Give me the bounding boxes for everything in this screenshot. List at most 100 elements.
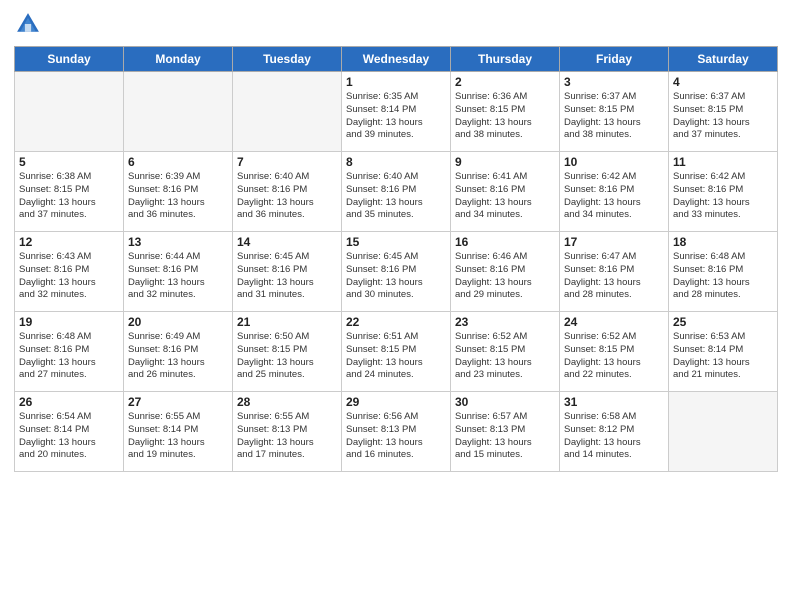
day-number: 23: [455, 315, 555, 329]
week-row-2: 12Sunrise: 6:43 AM Sunset: 8:16 PM Dayli…: [15, 232, 778, 312]
weekday-monday: Monday: [124, 47, 233, 72]
day-cell: 29 Sunrise: 6:56 AM Sunset: 8:13 PM Dayli…: [342, 392, 451, 472]
day-info: Sunrise: 6:40 AM Sunset: 8:16 PM Dayligh…: [346, 171, 446, 222]
day-number: 26: [19, 395, 119, 409]
weekday-tuesday: Tuesday: [233, 47, 342, 72]
day-cell: 19 Sunrise: 6:48 AM Sunset: 8:16 PM Dayli…: [15, 312, 124, 392]
day-number: 24: [564, 315, 664, 329]
day-number: 6: [128, 155, 228, 169]
day-cell: 16 Sunrise: 6:46 AM Sunset: 8:16 PM Dayli…: [451, 232, 560, 312]
day-number: 17: [564, 235, 664, 249]
day-info: Sunrise: 6:55 AM Sunset: 8:13 PM Dayligh…: [237, 411, 337, 462]
day-info: Sunrise: 6:45 AM Sunset: 8:16 PM Dayligh…: [237, 251, 337, 302]
day-number: 16: [455, 235, 555, 249]
day-info: Sunrise: 6:40 AM Sunset: 8:16 PM Dayligh…: [237, 171, 337, 222]
day-cell: 28Sunrise: 6:55 AM Sunset: 8:13 PM Dayli…: [233, 392, 342, 472]
day-cell: 4 Sunrise: 6:37 AM Sunset: 8:15 PM Daylig…: [669, 72, 778, 152]
day-cell: 9 Sunrise: 6:41 AM Sunset: 8:16 PM Daylig…: [451, 152, 560, 232]
day-number: 7: [237, 155, 337, 169]
day-cell: 25Sunrise: 6:53 AM Sunset: 8:14 PM Dayli…: [669, 312, 778, 392]
weekday-sunday: Sunday: [15, 47, 124, 72]
day-number: 20: [128, 315, 228, 329]
day-number: 11: [673, 155, 773, 169]
day-number: 15: [346, 235, 446, 249]
day-info: Sunrise: 6:56 AM Sunset: 8:13 PM Dayligh…: [346, 411, 446, 462]
day-cell: 2 Sunrise: 6:36 AM Sunset: 8:15 PM Daylig…: [451, 72, 560, 152]
day-cell: 14 Sunrise: 6:45 AM Sunset: 8:16 PM Dayli…: [233, 232, 342, 312]
day-info: Sunrise: 6:38 AM Sunset: 8:15 PM Dayligh…: [19, 171, 119, 222]
day-number: 4: [673, 75, 773, 89]
week-row-1: 5 Sunrise: 6:38 AM Sunset: 8:15 PM Daylig…: [15, 152, 778, 232]
day-cell: 7 Sunrise: 6:40 AM Sunset: 8:16 PM Daylig…: [233, 152, 342, 232]
day-info: Sunrise: 6:45 AM Sunset: 8:16 PM Dayligh…: [346, 251, 446, 302]
day-cell: 11 Sunrise: 6:42 AM Sunset: 8:16 PM Dayli…: [669, 152, 778, 232]
day-number: 5: [19, 155, 119, 169]
day-info: Sunrise: 6:55 AM Sunset: 8:14 PM Dayligh…: [128, 411, 228, 462]
day-cell: [233, 72, 342, 152]
weekday-header-row: SundayMondayTuesdayWednesdayThursdayFrid…: [15, 47, 778, 72]
day-cell: 27 Sunrise: 6:55 AM Sunset: 8:14 PM Dayli…: [124, 392, 233, 472]
day-number: 18: [673, 235, 773, 249]
day-info: Sunrise: 6:47 AM Sunset: 8:16 PM Dayligh…: [564, 251, 664, 302]
day-info: Sunrise: 6:52 AM Sunset: 8:15 PM Dayligh…: [455, 331, 555, 382]
day-cell: [15, 72, 124, 152]
weekday-saturday: Saturday: [669, 47, 778, 72]
day-info: Sunrise: 6:57 AM Sunset: 8:13 PM Dayligh…: [455, 411, 555, 462]
day-cell: 21 Sunrise: 6:50 AM Sunset: 8:15 PM Dayli…: [233, 312, 342, 392]
day-number: 27: [128, 395, 228, 409]
header: [14, 10, 778, 38]
day-number: 31: [564, 395, 664, 409]
day-info: Sunrise: 6:46 AM Sunset: 8:16 PM Dayligh…: [455, 251, 555, 302]
day-info: Sunrise: 6:44 AM Sunset: 8:16 PM Dayligh…: [128, 251, 228, 302]
day-info: Sunrise: 6:48 AM Sunset: 8:16 PM Dayligh…: [673, 251, 773, 302]
week-row-3: 19 Sunrise: 6:48 AM Sunset: 8:16 PM Dayli…: [15, 312, 778, 392]
day-info: Sunrise: 6:35 AM Sunset: 8:14 PM Dayligh…: [346, 91, 446, 142]
day-cell: 10 Sunrise: 6:42 AM Sunset: 8:16 PM Dayli…: [560, 152, 669, 232]
day-number: 2: [455, 75, 555, 89]
day-cell: 5 Sunrise: 6:38 AM Sunset: 8:15 PM Daylig…: [15, 152, 124, 232]
day-number: 29: [346, 395, 446, 409]
day-number: 21: [237, 315, 337, 329]
day-info: Sunrise: 6:43 AM Sunset: 8:16 PM Dayligh…: [19, 251, 119, 302]
day-info: Sunrise: 6:52 AM Sunset: 8:15 PM Dayligh…: [564, 331, 664, 382]
weekday-wednesday: Wednesday: [342, 47, 451, 72]
day-cell: 31 Sunrise: 6:58 AM Sunset: 8:12 PM Dayli…: [560, 392, 669, 472]
day-info: Sunrise: 6:39 AM Sunset: 8:16 PM Dayligh…: [128, 171, 228, 222]
day-info: Sunrise: 6:37 AM Sunset: 8:15 PM Dayligh…: [564, 91, 664, 142]
day-info: Sunrise: 6:51 AM Sunset: 8:15 PM Dayligh…: [346, 331, 446, 382]
day-info: Sunrise: 6:36 AM Sunset: 8:15 PM Dayligh…: [455, 91, 555, 142]
day-number: 9: [455, 155, 555, 169]
day-info: Sunrise: 6:42 AM Sunset: 8:16 PM Dayligh…: [673, 171, 773, 222]
day-number: 19: [19, 315, 119, 329]
day-info: Sunrise: 6:48 AM Sunset: 8:16 PM Dayligh…: [19, 331, 119, 382]
day-cell: 12Sunrise: 6:43 AM Sunset: 8:16 PM Dayli…: [15, 232, 124, 312]
day-cell: 26 Sunrise: 6:54 AM Sunset: 8:14 PM Dayli…: [15, 392, 124, 472]
day-info: Sunrise: 6:54 AM Sunset: 8:14 PM Dayligh…: [19, 411, 119, 462]
day-number: 1: [346, 75, 446, 89]
day-cell: 17 Sunrise: 6:47 AM Sunset: 8:16 PM Dayli…: [560, 232, 669, 312]
day-info: Sunrise: 6:41 AM Sunset: 8:16 PM Dayligh…: [455, 171, 555, 222]
day-cell: 18 Sunrise: 6:48 AM Sunset: 8:16 PM Dayli…: [669, 232, 778, 312]
day-cell: 15 Sunrise: 6:45 AM Sunset: 8:16 PM Dayli…: [342, 232, 451, 312]
day-info: Sunrise: 6:37 AM Sunset: 8:15 PM Dayligh…: [673, 91, 773, 142]
day-cell: 1 Sunrise: 6:35 AM Sunset: 8:14 PM Daylig…: [342, 72, 451, 152]
day-cell: 22Sunrise: 6:51 AM Sunset: 8:15 PM Dayli…: [342, 312, 451, 392]
day-cell: 13 Sunrise: 6:44 AM Sunset: 8:16 PM Dayli…: [124, 232, 233, 312]
day-cell: 30Sunrise: 6:57 AM Sunset: 8:13 PM Dayli…: [451, 392, 560, 472]
day-cell: 3 Sunrise: 6:37 AM Sunset: 8:15 PM Daylig…: [560, 72, 669, 152]
logo: [14, 10, 46, 38]
weekday-thursday: Thursday: [451, 47, 560, 72]
day-number: 10: [564, 155, 664, 169]
day-number: 14: [237, 235, 337, 249]
day-number: 8: [346, 155, 446, 169]
day-number: 13: [128, 235, 228, 249]
day-info: Sunrise: 6:42 AM Sunset: 8:16 PM Dayligh…: [564, 171, 664, 222]
day-info: Sunrise: 6:50 AM Sunset: 8:15 PM Dayligh…: [237, 331, 337, 382]
day-info: Sunrise: 6:58 AM Sunset: 8:12 PM Dayligh…: [564, 411, 664, 462]
day-cell: 20Sunrise: 6:49 AM Sunset: 8:16 PM Dayli…: [124, 312, 233, 392]
day-number: 3: [564, 75, 664, 89]
page: SundayMondayTuesdayWednesdayThursdayFrid…: [0, 0, 792, 612]
day-cell: [669, 392, 778, 472]
day-cell: 23 Sunrise: 6:52 AM Sunset: 8:15 PM Dayli…: [451, 312, 560, 392]
week-row-0: 1 Sunrise: 6:35 AM Sunset: 8:14 PM Daylig…: [15, 72, 778, 152]
